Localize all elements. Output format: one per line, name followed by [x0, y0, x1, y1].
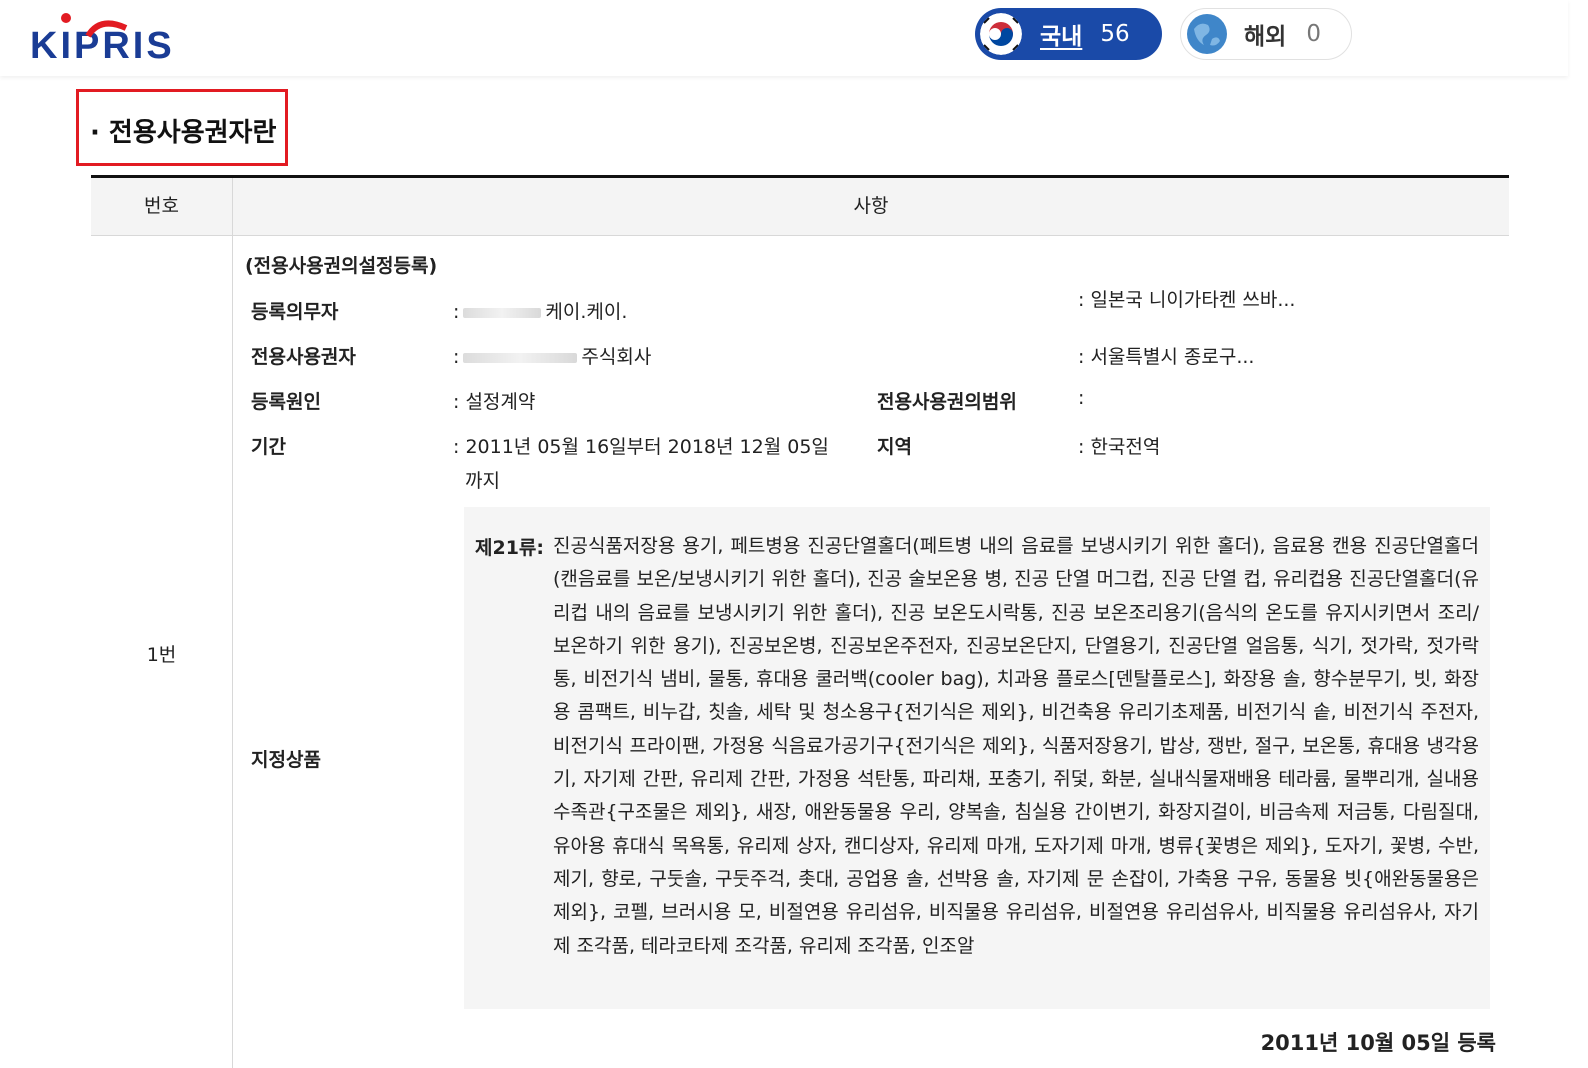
- section-title: · 전용사용권자란: [90, 118, 277, 148]
- kipris-logo[interactable]: KIPRIS: [30, 8, 210, 62]
- licensee-value: 주식회사: [581, 346, 652, 368]
- licensee-value-wrap: : 주식회사: [453, 342, 651, 369]
- licensee-label: 전용사용권자: [251, 346, 356, 368]
- redacted-name: [463, 307, 542, 318]
- registration-type: (전용사용권의설정등록): [245, 255, 438, 277]
- table-header-row: 번호 사항: [91, 178, 1509, 236]
- globe-icon: [1186, 13, 1228, 55]
- registrant-address: : 일본국 니이가타켄 쓰바...: [1078, 289, 1296, 311]
- region-value: : 한국전역: [1078, 436, 1161, 458]
- goods-list: 진공식품저장용 용기, 페트병용 진공단열홀더(페트병 내의 음료를 보냉시키기…: [553, 535, 1479, 957]
- colon: :: [453, 346, 460, 368]
- period-value-line2: 까지: [465, 470, 500, 492]
- period-value-line1: : 2011년 05월 16일부터 2018년 12월 05일: [453, 436, 829, 458]
- scope-value: :: [1078, 387, 1085, 409]
- scope-label: 전용사용권의범위: [877, 391, 1017, 413]
- overseas-results-tab[interactable]: 해외 0: [1180, 8, 1352, 60]
- domestic-label[interactable]: 국내: [1040, 17, 1082, 51]
- cause-value: : 설정계약: [453, 391, 536, 413]
- designated-goods-label: 지정상품: [251, 749, 321, 771]
- column-divider: [232, 236, 233, 1068]
- registrant-value-wrap: : 케이.케이.: [453, 297, 627, 324]
- korea-flag-icon: [980, 13, 1022, 55]
- header-number: 번호: [91, 178, 233, 235]
- logo-dot-red: [61, 13, 71, 23]
- cause-label: 등록원인: [251, 391, 321, 413]
- domestic-results-tab[interactable]: 국내 56: [975, 8, 1162, 60]
- overseas-count: 0: [1306, 21, 1321, 47]
- domestic-count: 56: [1100, 21, 1130, 47]
- region-label: 지역: [877, 436, 912, 458]
- kipris-logo-text: KIPRIS: [30, 25, 175, 62]
- licensee-address: : 서울특별시 종로구...: [1078, 346, 1255, 368]
- goods-class: 제21류:: [475, 537, 544, 559]
- top-header: KIPRIS 국내 56 해외 0: [0, 0, 1568, 76]
- registrant-label: 등록의무자: [251, 301, 339, 323]
- registrant-value: 케이.케이.: [545, 301, 628, 323]
- registration-date: 2011년 10월 05일 등록: [1260, 1031, 1496, 1055]
- redacted-name: [463, 352, 578, 363]
- period-label: 기간: [251, 436, 286, 458]
- row-number: 1번: [146, 644, 177, 666]
- overseas-label[interactable]: 해외: [1244, 17, 1286, 51]
- header-details: 사항: [853, 195, 889, 217]
- colon: :: [453, 301, 460, 323]
